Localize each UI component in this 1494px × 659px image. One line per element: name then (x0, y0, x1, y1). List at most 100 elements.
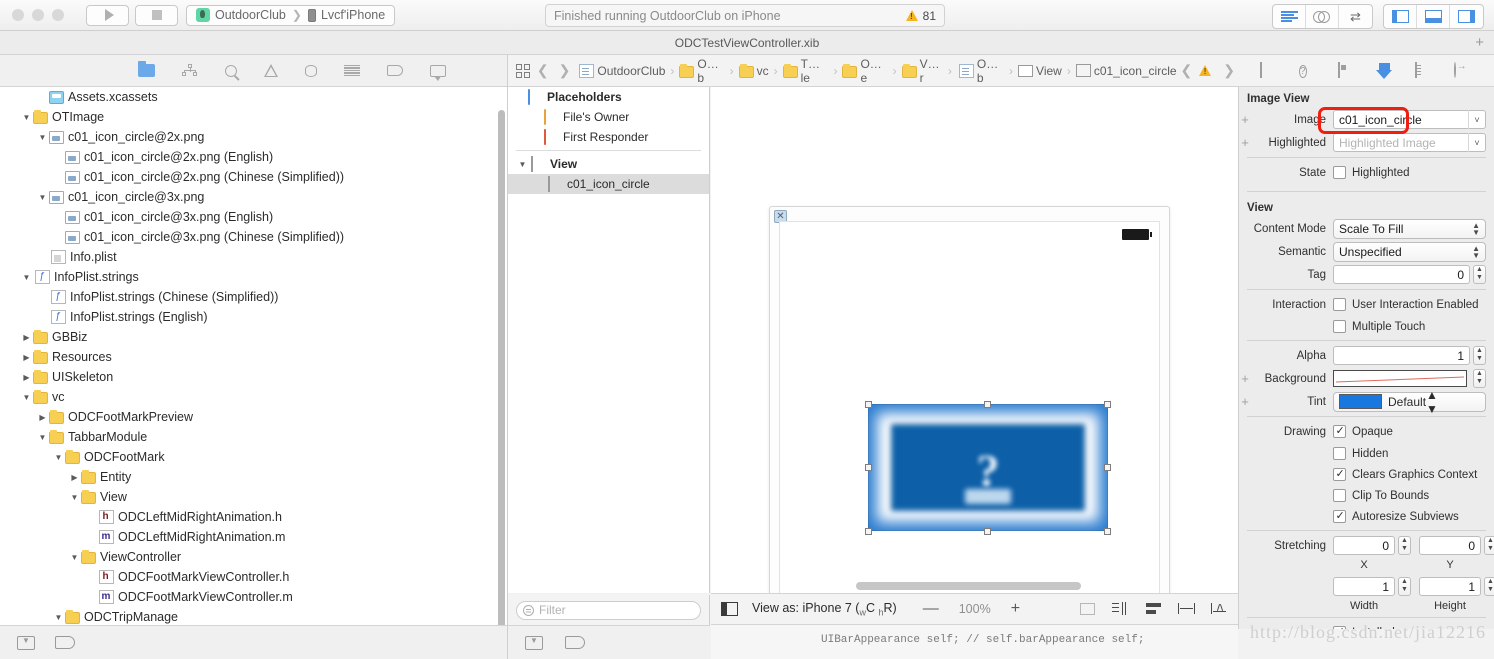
user-interaction-checkbox[interactable]: User Interaction Enabled (1333, 295, 1479, 314)
device-preview[interactable]: ✕ ? (769, 206, 1170, 593)
multiple-touch-checkbox[interactable]: Multiple Touch (1333, 317, 1425, 336)
tag-stepper[interactable]: ▲ ▼ (1473, 265, 1486, 284)
breadcrumb-item[interactable]: c01_icon_circle (1075, 64, 1177, 78)
breadcrumb-item[interactable]: V…r (901, 57, 943, 85)
resize-handle-bc[interactable] (984, 528, 991, 535)
resolve-issues-icon[interactable] (1211, 602, 1228, 616)
outline-item-view[interactable]: View (508, 154, 709, 174)
resize-handle-mr[interactable] (1104, 464, 1111, 471)
find-navigator-icon[interactable] (225, 64, 237, 77)
breadcrumb-item[interactable]: O…e (842, 57, 887, 85)
previous-issue-button[interactable]: ❮ (1181, 62, 1193, 79)
tag-filter-icon[interactable] (565, 636, 585, 649)
document-outline[interactable]: Placeholders File's Owner First Responde… (508, 87, 710, 593)
source-control-navigator-icon[interactable] (182, 64, 198, 77)
tint-select[interactable]: Default ▲ ▼ (1333, 388, 1486, 416)
stretch-x-input[interactable]: 0 (1333, 536, 1395, 555)
minimize-window-button[interactable] (32, 9, 44, 21)
checkbox-box[interactable] (1333, 166, 1346, 179)
tree-row[interactable]: Entity (0, 467, 508, 487)
resize-handle-tr[interactable] (1104, 401, 1111, 408)
version-editor-button[interactable]: ⇄ (1339, 5, 1372, 28)
tree-row[interactable]: c01_icon_circle@3x.png (0, 187, 508, 207)
tree-row[interactable]: UISkeleton (0, 367, 508, 387)
tree-row[interactable]: ODCLeftMidRightAnimation.m (0, 527, 508, 547)
toggle-outline-button[interactable] (721, 602, 738, 616)
disclosure-triangle-icon[interactable] (20, 393, 33, 402)
view-as-label[interactable]: View as: iPhone 7 (wC hR) (752, 601, 897, 618)
alpha-input[interactable]: 1 (1333, 346, 1470, 365)
stretch-y-stepper[interactable]: ▲ ▼ (1484, 536, 1494, 555)
back-button[interactable]: ❮ (537, 62, 549, 79)
chevron-down-icon[interactable]: ˅ (1468, 110, 1485, 129)
background-stepper[interactable]: ▲ ▼ (1473, 369, 1486, 388)
tree-row[interactable]: ODCFootMarkViewController.m (0, 587, 508, 607)
tree-row[interactable]: OTImage (0, 107, 508, 127)
add-variation-icon[interactable]: + (1239, 135, 1251, 150)
test-navigator-icon[interactable] (305, 64, 317, 77)
tree-row[interactable]: Resources (0, 347, 508, 367)
disclosure-triangle-icon[interactable] (68, 473, 81, 482)
stretch-y-input[interactable]: 0 (1419, 536, 1481, 555)
clip-to-bounds-checkbox[interactable]: Clip To Bounds (1333, 486, 1429, 505)
checkbox-box[interactable] (1333, 489, 1346, 502)
zoom-window-button[interactable] (52, 9, 64, 21)
stop-button[interactable] (135, 4, 178, 26)
stretch-height-stepper[interactable]: ▲ ▼ (1484, 577, 1494, 596)
active-tab-title[interactable]: ODCTestViewController.xib (675, 36, 820, 50)
add-variation-icon[interactable]: + (1239, 371, 1251, 386)
canvas-horizontal-scrollbar[interactable] (856, 582, 1081, 590)
outline-item-files-owner[interactable]: File's Owner (508, 107, 709, 127)
tree-row[interactable]: c01_icon_circle@3x.png (English) (0, 207, 508, 227)
disclosure-triangle-icon[interactable] (36, 433, 49, 442)
tree-row[interactable]: ODCLeftMidRightAnimation.h (0, 507, 508, 527)
project-navigator[interactable]: Assets.xcassets OTImage c01_icon_circle@2x… (0, 87, 508, 659)
toggle-utilities-button[interactable] (1450, 5, 1483, 28)
add-constraints-icon[interactable] (1178, 602, 1195, 616)
tree-row[interactable]: ODCFootMark (0, 447, 508, 467)
breakpoint-navigator-icon[interactable] (387, 65, 403, 76)
selected-image-view[interactable]: ? (868, 404, 1108, 531)
disclosure-triangle-icon[interactable] (68, 493, 81, 502)
tree-row[interactable]: vc (0, 387, 508, 407)
outline-item-image-view[interactable]: c01_icon_circle (508, 174, 709, 194)
resize-handle-tl[interactable] (865, 401, 872, 408)
attributes-inspector[interactable]: Image View + Image c01_icon_circle ˅ + H… (1238, 87, 1494, 629)
chevron-down-icon[interactable]: ˅ (1468, 133, 1485, 152)
tree-row[interactable]: TabbarModule (0, 427, 508, 447)
resize-handle-br[interactable] (1104, 528, 1111, 535)
toggle-navigator-button[interactable] (1384, 5, 1417, 28)
align-icon[interactable] (1145, 602, 1162, 616)
tag-input[interactable]: 0 (1333, 265, 1470, 284)
new-tab-button[interactable]: + (1475, 34, 1484, 51)
breadcrumb-item[interactable]: vc (738, 63, 769, 78)
tint-color-swatch[interactable] (1339, 394, 1382, 409)
interface-builder-canvas[interactable]: ✕ ? (711, 87, 1238, 593)
tree-row[interactable]: InfoPlist.strings (English) (0, 307, 508, 327)
background-color-swatch[interactable] (1333, 370, 1467, 387)
debug-navigator-icon[interactable] (344, 65, 360, 76)
outline-placeholders-group[interactable]: Placeholders (508, 87, 709, 107)
run-button[interactable] (86, 4, 129, 26)
disclosure-triangle-icon[interactable] (20, 273, 33, 282)
tree-row[interactable]: View (0, 487, 508, 507)
hidden-checkbox[interactable]: Hidden (1333, 444, 1388, 463)
embed-in-icon[interactable] (1112, 602, 1129, 616)
tree-row[interactable]: c01_icon_circle@2x.png (Chinese (Simplif… (0, 167, 508, 187)
update-frames-icon[interactable] (1079, 602, 1096, 616)
disclosure-triangle-icon[interactable] (52, 613, 65, 622)
add-variation-icon[interactable]: + (1239, 112, 1251, 127)
stretch-width-stepper[interactable]: ▲ ▼ (1398, 577, 1411, 596)
disclosure-triangle-icon[interactable] (20, 113, 33, 122)
opaque-checkbox[interactable]: Opaque (1333, 422, 1393, 441)
issue-navigator-icon[interactable] (264, 64, 278, 77)
content-mode-select[interactable]: Scale To Fill ▲ ▼ (1333, 218, 1486, 239)
add-variation-icon[interactable]: + (1239, 394, 1251, 409)
disclosure-triangle-icon[interactable] (516, 160, 529, 169)
identity-inspector-button[interactable] (1337, 61, 1356, 79)
breadcrumb-item[interactable]: View (1018, 64, 1062, 78)
tree-row[interactable]: c01_icon_circle@2x.png (English) (0, 147, 508, 167)
quick-help-button[interactable]: ? (1298, 63, 1317, 79)
activity-status-bar[interactable]: Finished running OutdoorClub on iPhone 8… (545, 4, 945, 27)
tree-row[interactable]: InfoPlist.strings (Chinese (Simplified)) (0, 287, 508, 307)
